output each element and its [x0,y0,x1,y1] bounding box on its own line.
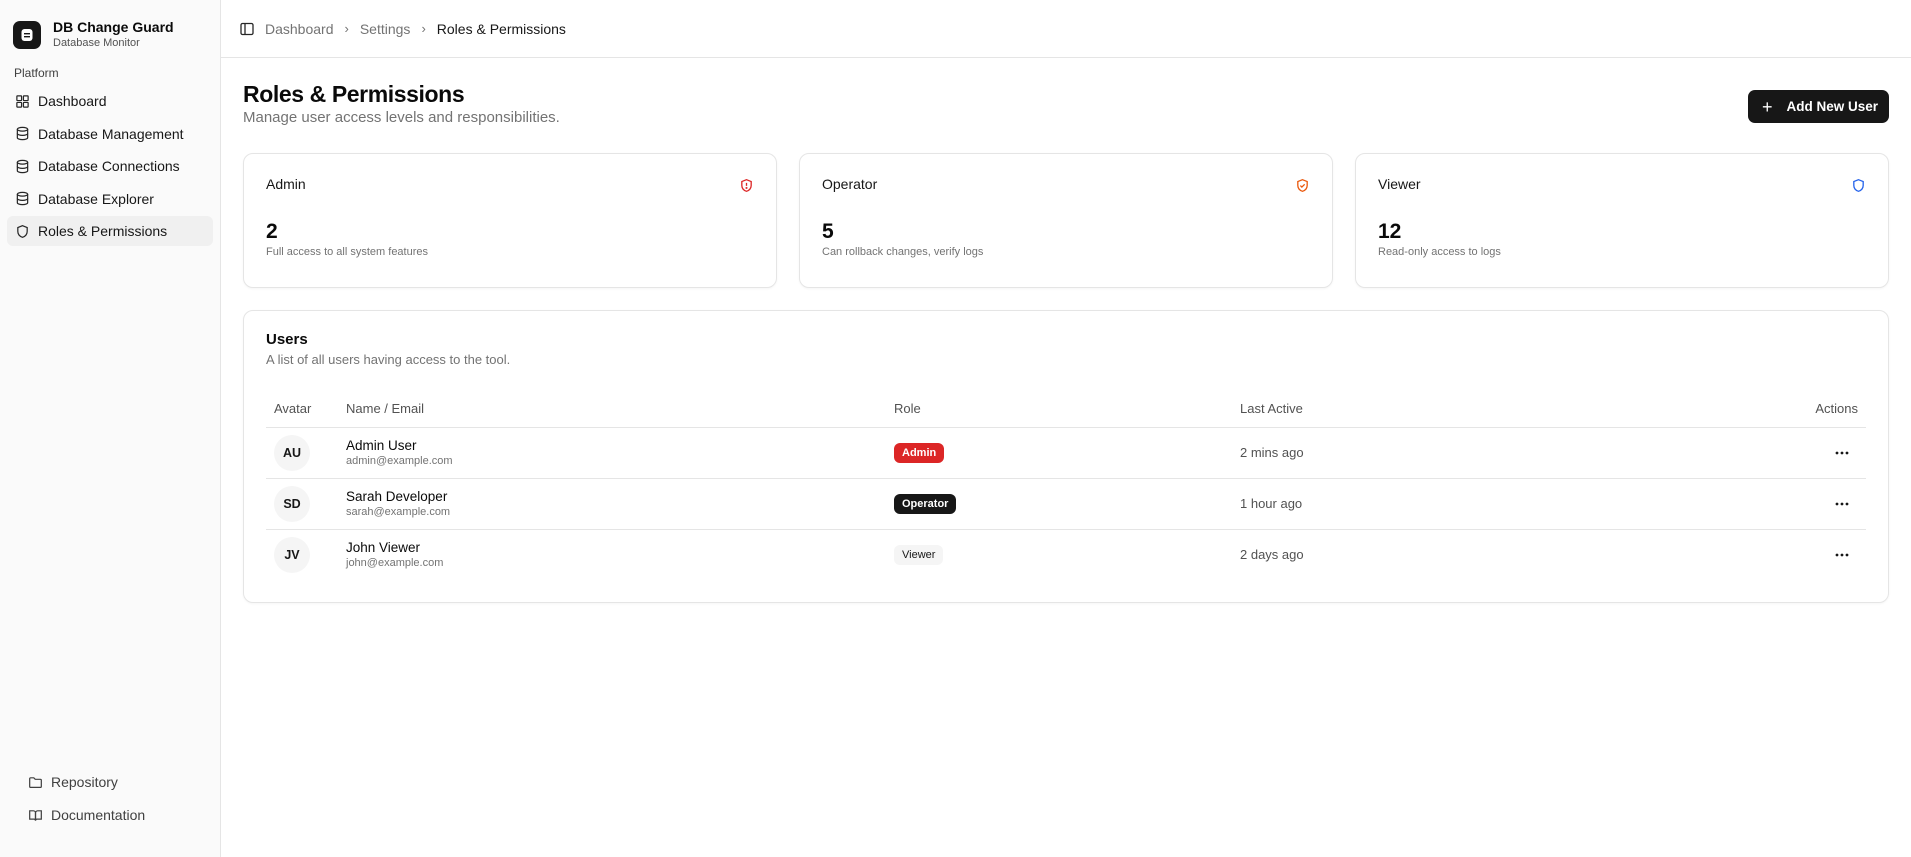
user-name: Admin User [346,437,417,453]
column-header-avatar: Avatar [266,391,338,428]
breadcrumb: Dashboard › Settings › Roles & Permissio… [265,21,566,37]
table-row: SD Sarah Developer sarah@example.com Ope… [266,478,1866,530]
users-title: Users [266,331,308,348]
sidebar-item-label: Database Explorer [38,190,154,207]
shield-alert-icon [741,178,752,193]
page-subtitle: Manage user access levels and responsibi… [243,109,560,126]
role-badge: Admin [894,442,945,463]
sidebar-item-label: Repository [51,774,118,790]
avatar: JV [274,536,310,573]
sidebar-secondary-nav: Repository Documentation [14,767,213,833]
avatar: AU [274,434,310,471]
database-icon [16,159,29,173]
user-email: sarah@example.com [346,505,451,518]
shield-check-icon [1297,178,1308,193]
database-icon [16,126,29,141]
topbar: Dashboard › Settings › Roles & Permissio… [221,0,1911,58]
shield-icon [1853,178,1864,193]
brand-logo-icon [13,20,41,49]
chevron-right-icon: › [344,21,349,36]
brand-subtitle: Database Monitor [53,37,140,49]
breadcrumb-current: Roles & Permissions [436,20,566,37]
role-card-title: Operator [822,176,878,192]
users-panel: Users A list of all users having access … [243,310,1889,603]
chevron-right-icon: › [421,21,426,36]
app-root: DB Change Guard Database Monitor Platfor… [0,0,1911,857]
dashboard-grid-icon [16,94,29,108]
table-header-row: Avatar Name / Email Role Last Active Act… [266,391,1866,428]
column-header-actions: Actions [1597,391,1866,428]
users-table: Avatar Name / Email Role Last Active Act… [266,391,1866,580]
sidebar-item-label: Dashboard [38,93,107,109]
more-actions-button[interactable] [1828,541,1856,569]
sidebar-item-label: Database Connections [38,158,180,175]
sidebar-item-label: Roles & Permissions [38,223,168,240]
role-card-description: Full access to all system features [266,246,429,258]
page-content: Roles & Permissions Manage user access l… [221,58,1911,603]
book-icon [29,809,42,821]
sidebar-item-database-management[interactable]: Database Management [7,119,213,149]
sidebar-item-repository[interactable]: Repository [21,767,206,797]
breadcrumb-settings[interactable]: Settings [360,21,411,37]
last-active: 1 hour ago [1232,478,1598,530]
sidebar-group-label: Platform [14,66,59,80]
page-title: Roles & Permissions [243,81,465,107]
sidebar-item-dashboard[interactable]: Dashboard [7,86,213,116]
role-card-count: 12 [1378,220,1402,243]
role-badge: Operator [894,493,957,514]
column-header-name-email: Name / Email [338,391,886,428]
role-card-description: Read-only access to logs [1378,246,1501,258]
shield-icon [17,224,28,238]
sidebar-item-label: Documentation [51,807,146,823]
main-content: Dashboard › Settings › Roles & Permissio… [221,0,1911,857]
column-header-last-active: Last Active [1232,391,1598,428]
role-card-viewer: Viewer 12 Read-only access to logs [1355,153,1889,288]
more-actions-button[interactable] [1828,439,1856,467]
users-subtitle: A list of all users having access to the… [266,352,511,367]
more-actions-button[interactable] [1828,490,1856,518]
breadcrumb-dashboard[interactable]: Dashboard [265,21,334,37]
role-card-count: 5 [822,220,834,243]
sidebar-item-documentation[interactable]: Documentation [21,800,206,830]
role-card-admin: Admin 2 Full access to all system featur… [243,153,777,288]
add-new-user-button[interactable]: + Add New User [1747,90,1889,123]
user-email: john@example.com [346,556,444,569]
role-card-title: Admin [266,176,306,192]
last-active: 2 mins ago [1232,427,1598,479]
table-row: AU Admin User admin@example.com Admin 2 … [266,427,1866,479]
sidebar-toggle-icon[interactable] [239,21,255,37]
sidebar-item-label: Database Management [38,125,184,142]
role-card-count: 2 [266,220,278,243]
role-cards: Admin 2 Full access to all system featur… [243,153,1889,288]
role-card-operator: Operator 5 Can rollback changes, verify … [799,153,1333,288]
more-horizontal-icon [1835,451,1849,454]
sidebar-item-roles-permissions[interactable]: Roles & Permissions [7,216,213,247]
user-name: Sarah Developer [346,488,448,504]
page-header: Roles & Permissions Manage user access l… [243,80,1889,132]
user-name: John Viewer [346,539,421,555]
role-card-title: Viewer [1378,176,1421,192]
folder-icon [29,776,42,788]
user-email: admin@example.com [346,454,453,467]
plus-icon: + [1761,96,1773,117]
role-card-description: Can rollback changes, verify logs [822,246,984,258]
sidebar: DB Change Guard Database Monitor Platfor… [0,0,221,857]
column-header-role: Role [886,391,1232,428]
more-horizontal-icon [1835,553,1849,557]
avatar: SD [274,485,310,522]
sidebar-item-database-explorer[interactable]: Database Explorer [7,184,213,214]
more-horizontal-icon [1835,502,1849,505]
database-icon [16,192,29,206]
table-row: JV John Viewer john@example.com Viewer 2… [266,529,1866,580]
brand-name: DB Change Guard [53,19,174,35]
last-active: 2 days ago [1240,547,1304,563]
sidebar-nav: Dashboard Database Management Database C… [0,86,220,247]
sidebar-item-database-connections[interactable]: Database Connections [7,151,213,181]
brand[interactable]: DB Change Guard Database Monitor [0,0,220,56]
add-new-user-label: Add New User [1786,99,1878,114]
role-badge: Viewer [894,544,944,565]
